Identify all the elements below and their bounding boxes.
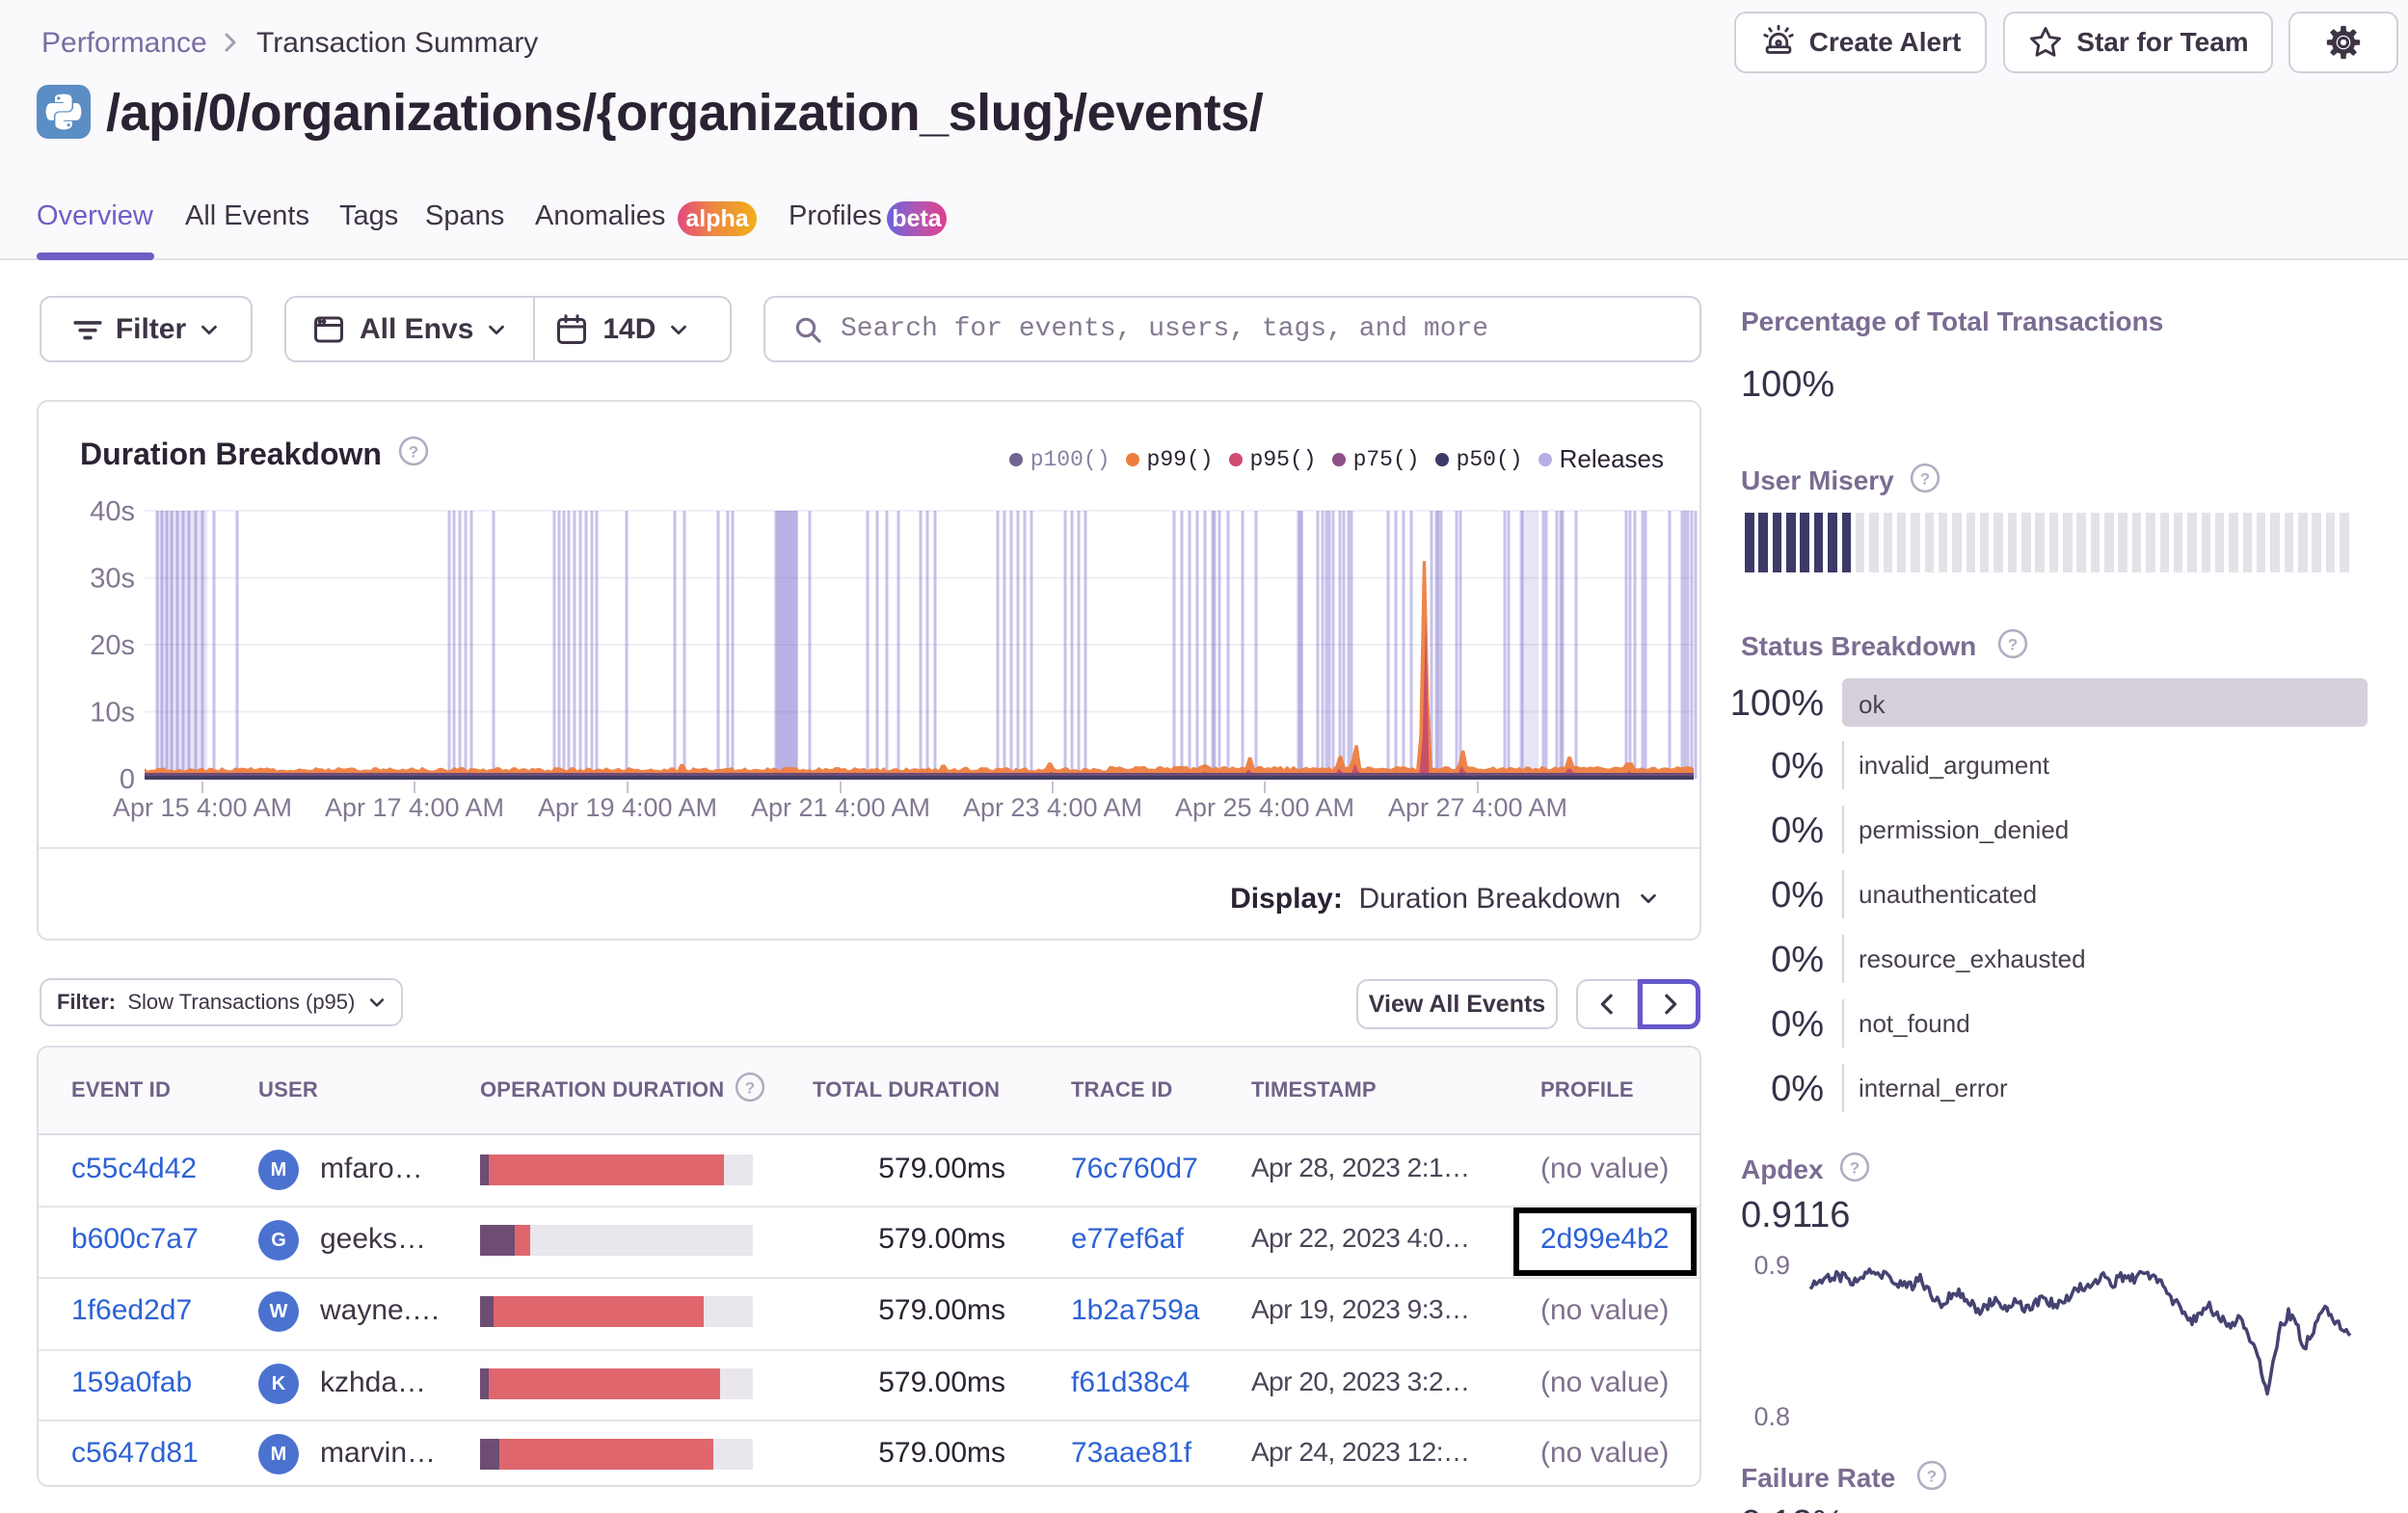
svg-text:Apr 21 4:00 AM: Apr 21 4:00 AM — [751, 793, 930, 822]
svg-text:Apr 23 4:00 AM: Apr 23 4:00 AM — [963, 793, 1142, 822]
svg-text:?: ? — [2008, 635, 2018, 653]
svg-text:30s: 30s — [90, 564, 135, 595]
svg-text:Apr 25 4:00 AM: Apr 25 4:00 AM — [1175, 793, 1354, 822]
svg-text:0: 0 — [120, 764, 135, 795]
svg-text:?: ? — [1927, 1467, 1937, 1485]
svg-text:20s: 20s — [90, 630, 135, 661]
svg-text:Apr 27 4:00 AM: Apr 27 4:00 AM — [1388, 793, 1567, 822]
svg-text:10s: 10s — [90, 698, 135, 729]
svg-text:Apr 15 4:00 AM: Apr 15 4:00 AM — [113, 793, 292, 822]
svg-text:?: ? — [745, 1078, 755, 1097]
svg-text:?: ? — [1920, 469, 1930, 488]
svg-text:0.9: 0.9 — [1753, 1251, 1790, 1280]
svg-text:0.8: 0.8 — [1753, 1402, 1790, 1431]
svg-text:?: ? — [1850, 1158, 1860, 1177]
svg-text:Apr 19 4:00 AM: Apr 19 4:00 AM — [538, 793, 717, 822]
svg-text:40s: 40s — [90, 496, 135, 527]
svg-text:Apr 17 4:00 AM: Apr 17 4:00 AM — [325, 793, 504, 822]
